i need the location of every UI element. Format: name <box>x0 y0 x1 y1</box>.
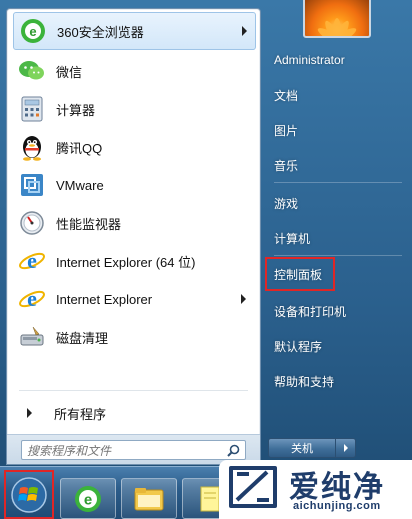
places-item-music[interactable]: 音乐 <box>268 152 406 178</box>
disk-cleanup-icon <box>17 322 47 352</box>
all-programs-arrow-icon <box>27 408 32 418</box>
places-item-documents[interactable]: 文档 <box>268 82 406 108</box>
program-item-internet-explorer[interactable]: e Internet Explorer <box>13 281 254 317</box>
taskbar-browser-button[interactable]: e <box>60 478 116 519</box>
program-item-performance-monitor[interactable]: 性能监视器 <box>13 205 254 241</box>
places-item-pictures[interactable]: 图片 <box>268 117 406 143</box>
program-label: 360安全浏览器 <box>57 24 144 40</box>
svg-text:e: e <box>84 491 92 508</box>
watermark: 爱纯净 aichunjing.com <box>219 460 412 519</box>
program-item-360-browser[interactable]: e 360安全浏览器 <box>13 12 256 50</box>
program-item-disk-cleanup[interactable]: 磁盘清理 <box>13 319 254 355</box>
program-item-vmware[interactable]: VMware <box>13 167 254 203</box>
program-label: 微信 <box>56 64 83 80</box>
start-menu-programs-panel: e 360安全浏览器 微信 计算器 腾讯QQ VMware 性能监视器 e In… <box>6 8 261 465</box>
places-item-help-support[interactable]: 帮助和支持 <box>268 368 406 394</box>
start-menu-places-panel: Administrator 文档 图片 音乐 游戏 计算机 控制面板 设备和打印… <box>262 0 412 463</box>
svg-text:e: e <box>27 248 37 273</box>
submenu-arrow-icon <box>241 294 246 304</box>
places-label: 计算机 <box>274 231 311 246</box>
watermark-url: aichunjing.com <box>293 500 381 512</box>
shutdown-button[interactable]: 关机 <box>268 438 336 458</box>
places-item-default-programs[interactable]: 默认程序 <box>268 333 406 359</box>
program-label: Internet Explorer (64 位) <box>56 254 196 270</box>
internet-explorer-icon: e <box>17 246 47 276</box>
start-button[interactable] <box>4 470 54 519</box>
places-separator <box>274 255 402 256</box>
search-icon[interactable] <box>225 443 241 459</box>
program-label: Internet Explorer <box>56 291 153 307</box>
all-programs-button[interactable]: 所有程序 <box>13 399 254 427</box>
windows-logo-icon <box>11 476 47 513</box>
qq-penguin-icon <box>17 132 47 162</box>
places-item-computer[interactable]: 计算机 <box>268 225 406 251</box>
places-label: Administrator <box>274 53 345 67</box>
chevron-right-icon <box>343 444 348 452</box>
program-label: 腾讯QQ <box>56 140 103 156</box>
places-label: 帮助和支持 <box>274 374 335 389</box>
program-label: 磁盘清理 <box>56 330 109 346</box>
program-item-qq[interactable]: 腾讯QQ <box>13 129 254 165</box>
programs-separator <box>19 390 248 391</box>
shutdown-label: 关机 <box>291 443 313 455</box>
svg-text:e: e <box>29 24 36 39</box>
program-label: 性能监视器 <box>56 216 122 232</box>
places-item-devices-printers[interactable]: 设备和打印机 <box>268 298 406 324</box>
wechat-icon <box>17 56 47 86</box>
submenu-arrow-icon <box>242 26 247 36</box>
browser-360-icon: e <box>18 16 48 46</box>
internet-explorer-icon: e <box>17 284 47 314</box>
search-input[interactable] <box>21 440 246 460</box>
program-item-internet-explorer-64[interactable]: e Internet Explorer (64 位) <box>13 243 254 279</box>
shutdown-options-button[interactable] <box>336 438 356 458</box>
svg-text:e: e <box>27 286 37 311</box>
places-label: 游戏 <box>274 196 299 211</box>
places-item-administrator[interactable]: Administrator <box>268 47 406 73</box>
watermark-logo-icon <box>229 466 277 508</box>
flower-picture-icon <box>317 18 357 36</box>
performance-monitor-icon <box>17 208 47 238</box>
places-label: 文档 <box>274 88 299 103</box>
calculator-icon <box>17 94 47 124</box>
vmware-icon <box>17 170 47 200</box>
places-label: 默认程序 <box>274 339 323 354</box>
folder-icon <box>134 487 164 510</box>
program-label: 计算器 <box>56 102 96 118</box>
program-label: VMware <box>56 177 104 193</box>
places-separator <box>274 182 402 183</box>
screen: e 360安全浏览器 微信 计算器 腾讯QQ VMware 性能监视器 e In… <box>0 0 412 519</box>
program-item-wechat[interactable]: 微信 <box>13 53 254 89</box>
places-label: 设备和打印机 <box>274 304 347 319</box>
places-label: 图片 <box>274 123 299 138</box>
program-item-calculator[interactable]: 计算器 <box>13 91 254 127</box>
places-label: 音乐 <box>274 158 299 173</box>
user-avatar[interactable] <box>303 0 371 38</box>
taskbar-explorer-button[interactable] <box>121 478 177 519</box>
browser-360-icon: e <box>75 485 101 512</box>
all-programs-label: 所有程序 <box>54 406 107 422</box>
places-item-games[interactable]: 游戏 <box>268 190 406 216</box>
control-panel-highlight-box <box>265 257 335 291</box>
